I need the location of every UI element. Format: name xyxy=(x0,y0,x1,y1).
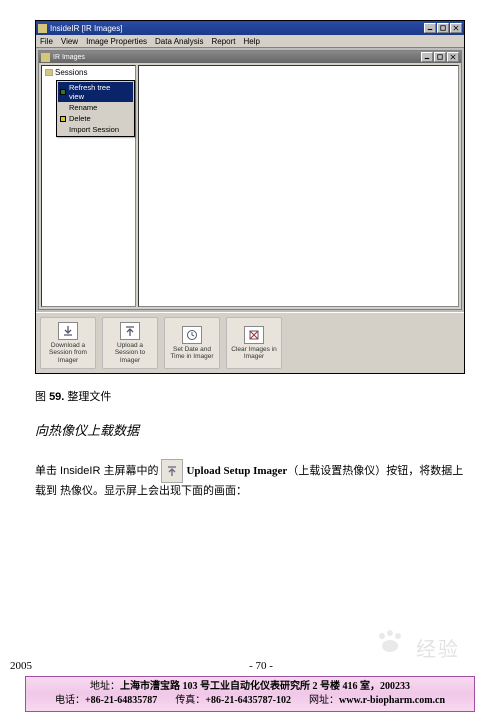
tel-label: 电话： xyxy=(55,695,85,706)
child-titlebar: IR Images xyxy=(39,51,461,63)
caption-text: 整理文件 xyxy=(64,391,111,403)
menu-refresh[interactable]: Refresh tree view xyxy=(58,82,133,102)
window-title: InsideIR [IR Images] xyxy=(50,24,424,33)
tree-root-node[interactable]: Sessions xyxy=(42,66,135,79)
folder-icon xyxy=(45,69,53,76)
minimize-button[interactable] xyxy=(424,23,436,33)
child-minimize-button[interactable] xyxy=(421,52,433,62)
menu-rename[interactable]: Rename xyxy=(58,102,133,113)
para-part2: 载到 热像仪。显示屏上会出现下面的画面： xyxy=(35,483,247,500)
upload-session-button[interactable]: Upload a Session to Imager xyxy=(102,317,158,369)
fax-label: 传真： xyxy=(175,695,205,706)
menu-import-label: Import Session xyxy=(69,125,119,134)
menu-file[interactable]: File xyxy=(40,37,53,46)
bullet-icon xyxy=(60,89,66,95)
child-maximize-button[interactable] xyxy=(434,52,446,62)
menu-delete-label: Delete xyxy=(69,114,91,123)
inline-upload-icon xyxy=(161,459,183,483)
bullet-spacer xyxy=(60,105,66,111)
download-session-button[interactable]: Download a Session from Imager xyxy=(40,317,96,369)
tel-value: +86-21-64835787 xyxy=(85,695,157,706)
addr-value: 上海市漕宝路 103 号工业自动化仪表研究所 2 号楼 416 室，200233 xyxy=(120,681,410,692)
menu-delete[interactable]: Delete xyxy=(58,113,133,124)
addr-label: 地址： xyxy=(90,681,120,692)
app-icon xyxy=(38,24,47,33)
footer-year: 2005 xyxy=(10,660,32,672)
contact-footer: 地址：上海市漕宝路 103 号工业自动化仪表研究所 2 号楼 416 室，200… xyxy=(25,676,475,712)
menubar: File View Image Properties Data Analysis… xyxy=(36,35,464,48)
para-part1: 单击 InsideIR 主屏幕中的 xyxy=(35,463,158,480)
upload-label: Upload a Session to Imager xyxy=(105,342,155,363)
tree-root-label: Sessions xyxy=(55,68,87,77)
menu-report[interactable]: Report xyxy=(211,37,235,46)
bottom-toolbar: Download a Session from Imager Upload a … xyxy=(36,312,464,373)
set-datetime-button[interactable]: Set Date and Time in Imager xyxy=(164,317,220,369)
child-app-icon xyxy=(41,53,50,62)
fax-value: +86-21-6435787-102 xyxy=(205,695,291,706)
watermark-text: 经验 xyxy=(416,639,460,661)
body-paragraph: 单击 InsideIR 主屏幕中的 Upload Setup Imager （上… xyxy=(35,459,465,500)
clear-label: Clear Images in Imager xyxy=(229,346,279,360)
context-menu: Refresh tree view Rename Delete Imp xyxy=(56,80,135,137)
figure-caption: 图 59. 整理文件 xyxy=(35,388,465,404)
subsection-title: 向热像仪上载数据 xyxy=(35,420,465,439)
button-name-cn: （上载设置热像仪）按钮，将数据上 xyxy=(287,463,463,480)
watermark: 经验 xyxy=(374,628,460,662)
datetime-label: Set Date and Time in Imager xyxy=(167,346,217,360)
maximize-button[interactable] xyxy=(437,23,449,33)
clock-icon xyxy=(182,326,202,344)
window-controls xyxy=(424,23,462,33)
menu-help[interactable]: Help xyxy=(244,37,260,46)
url-value: www.r-biopharm.com.cn xyxy=(339,695,445,706)
titlebar: InsideIR [IR Images] xyxy=(36,21,464,35)
menu-view[interactable]: View xyxy=(61,37,78,46)
contact-address-row: 地址：上海市漕宝路 103 号工业自动化仪表研究所 2 号楼 416 室，200… xyxy=(34,680,466,694)
url-label: 网址： xyxy=(309,695,339,706)
menu-import[interactable]: Import Session xyxy=(58,124,133,135)
upload-icon xyxy=(120,322,140,340)
tree-pane[interactable]: Sessions Refresh tree view Rename xyxy=(41,65,136,307)
clear-icon xyxy=(244,326,264,344)
app-window: InsideIR [IR Images] File View Image Pro… xyxy=(35,20,465,374)
child-close-button[interactable] xyxy=(447,52,459,62)
caption-number: 59. xyxy=(49,391,64,403)
clear-images-button[interactable]: Clear Images in Imager xyxy=(226,317,282,369)
contact-telweb-row: 电话：+86-21-64835787 传真：+86-21-6435787-102… xyxy=(34,694,466,708)
menu-image-properties[interactable]: Image Properties xyxy=(86,37,147,46)
close-button[interactable] xyxy=(450,23,462,33)
menu-refresh-label: Refresh tree view xyxy=(69,83,127,101)
footer-page: - 70 - xyxy=(249,660,273,672)
content-pane xyxy=(138,65,459,307)
button-name-en: Upload Setup Imager xyxy=(186,463,287,480)
paw-icon xyxy=(374,628,408,662)
child-title: IR Images xyxy=(53,54,421,61)
child-window: IR Images Sessions Refresh xyxy=(38,50,462,310)
bullet-spacer xyxy=(60,127,66,133)
download-label: Download a Session from Imager xyxy=(43,342,93,363)
bullet-icon xyxy=(60,116,66,122)
caption-prefix: 图 xyxy=(35,391,49,403)
menu-rename-label: Rename xyxy=(69,103,97,112)
download-icon xyxy=(58,322,78,340)
menu-data-analysis[interactable]: Data Analysis xyxy=(155,37,203,46)
page-footer: 2005 - 70 - xyxy=(0,660,500,676)
